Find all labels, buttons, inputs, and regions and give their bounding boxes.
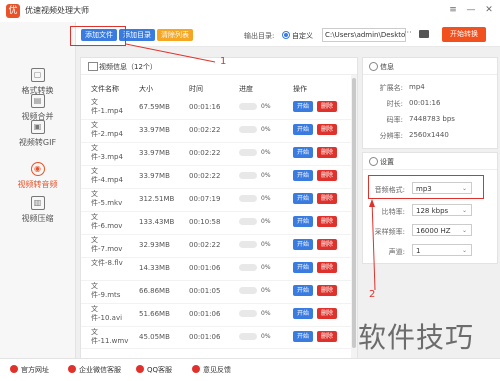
watermark-text: 软件技巧 [358,321,475,354]
wechat-icon [68,365,76,373]
wechat-label: 企业微信客服 [79,366,121,374]
arrow-line-1 [125,43,216,63]
feedback-icon [192,365,200,373]
qq-label: QQ客服 [147,366,173,374]
bottom-bar: 官方网址 企业微信客服 QQ客服 意见反馈 [0,358,500,381]
marker-2: 2 [369,289,376,300]
feedback-label: 意见反馈 [203,366,231,374]
feedback-link[interactable]: 意见反馈 [192,365,231,375]
home-icon [10,365,18,373]
qq-link[interactable]: QQ客服 [136,365,172,375]
wechat-link[interactable]: 企业微信客服 [68,365,121,375]
marker-1: 1 [220,56,227,67]
arrow-line-2 [371,199,376,291]
arrow-head-2 [369,199,375,207]
qq-icon [136,365,144,373]
website-label: 官方网址 [21,366,49,374]
website-link[interactable]: 官方网址 [10,365,49,375]
